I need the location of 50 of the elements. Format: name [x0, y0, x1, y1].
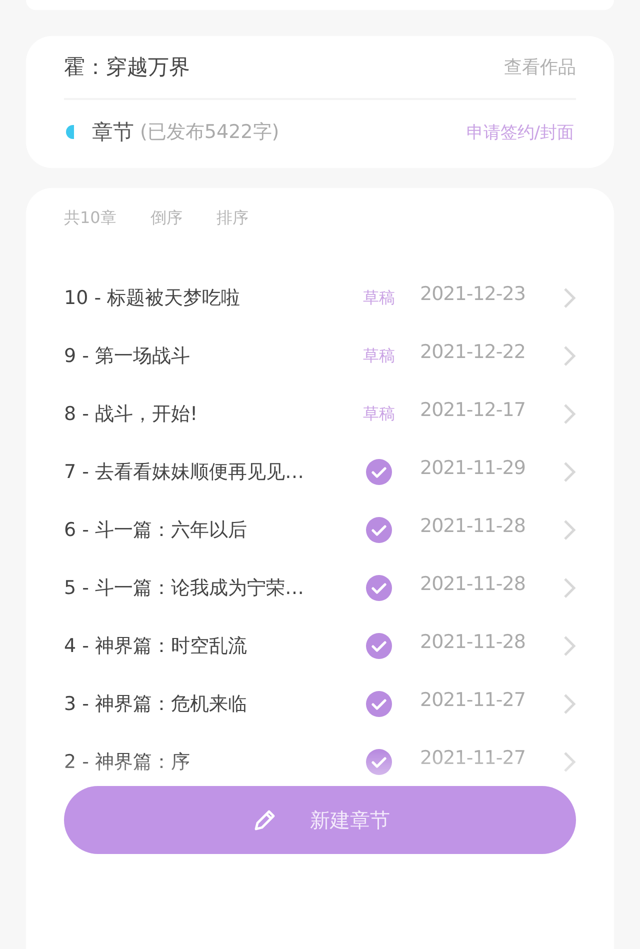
chapter-title: 8 - 战斗，开始! — [64, 402, 199, 427]
chapter-title: 4 - 神界篇：时空乱流 — [64, 634, 248, 659]
chapter-row[interactable]: 9 - 第一场战斗 草稿 2021-12-22 — [64, 327, 576, 385]
chapter-row[interactable]: 5 - 斗一篇：论我成为宁荣… 2021-11-28 — [64, 559, 576, 617]
chapter-date: 2021-12-22 — [420, 341, 526, 363]
chapter-title: 6 - 斗一篇：六年以后 — [64, 518, 248, 543]
chapter-title: 7 - 去看看妹妹顺便再见见… — [64, 460, 306, 485]
chapter-title: 2 - 神界篇：序 — [64, 750, 192, 775]
chapter-date: 2021-12-17 — [420, 399, 526, 421]
check-icon — [365, 458, 393, 486]
chapter-count: 共10章 — [64, 208, 116, 228]
published-count: (已发布5422字) — [140, 120, 280, 145]
chapter-date: 2021-12-23 — [420, 283, 526, 305]
chapter-date: 2021-11-28 — [420, 631, 526, 653]
check-icon — [365, 574, 393, 602]
chapter-date: 2021-11-28 — [420, 573, 526, 595]
chevron-right-icon — [562, 460, 576, 484]
chapter-title: 3 - 神界篇：危机来临 — [64, 692, 248, 717]
chapter-row[interactable]: 8 - 战斗，开始! 草稿 2021-12-17 — [64, 385, 576, 443]
chevron-right-icon — [562, 286, 576, 310]
chapter-date: 2021-11-27 — [420, 747, 526, 769]
draft-label: 草稿 — [363, 288, 395, 308]
check-icon — [365, 632, 393, 660]
chevron-right-icon — [562, 518, 576, 542]
chapter-row[interactable]: 6 - 斗一篇：六年以后 2021-11-28 — [64, 501, 576, 559]
chevron-right-icon — [562, 576, 576, 600]
chapter-row[interactable]: 4 - 神界篇：时空乱流 2021-11-28 — [64, 617, 576, 675]
chapter-row[interactable]: 3 - 神界篇：危机来临 2021-11-27 — [64, 675, 576, 733]
work-title: 霍：穿越万界 — [64, 54, 190, 81]
chapter-row[interactable]: 10 - 标题被天梦吃啦 草稿 2021-12-23 — [64, 269, 576, 327]
chevron-right-icon — [562, 344, 576, 368]
chevron-right-icon — [562, 402, 576, 426]
draft-label: 草稿 — [363, 404, 395, 424]
draft-label: 草稿 — [363, 346, 395, 366]
chapter-row[interactable]: 2 - 神界篇：序 2021-11-27 — [64, 733, 576, 777]
chapter-title: 9 - 第一场战斗 — [64, 344, 192, 369]
chapter-date: 2021-11-28 — [420, 515, 526, 537]
chevron-right-icon — [562, 692, 576, 716]
chapter-date: 2021-11-29 — [420, 457, 526, 479]
chevron-right-icon — [562, 634, 576, 658]
chapter-date: 2021-11-27 — [420, 689, 526, 711]
chapter-row[interactable]: 7 - 去看看妹妹顺便再见见… 2021-11-29 — [64, 443, 576, 501]
check-icon — [365, 748, 393, 776]
check-icon — [365, 516, 393, 544]
chapter-title: 10 - 标题被天梦吃啦 — [64, 286, 242, 311]
chapter-title: 5 - 斗一篇：论我成为宁荣… — [64, 576, 306, 601]
section-label: 章节 — [92, 119, 134, 146]
section-marker-icon — [66, 125, 74, 139]
chevron-right-icon — [562, 750, 576, 774]
check-icon — [365, 690, 393, 718]
